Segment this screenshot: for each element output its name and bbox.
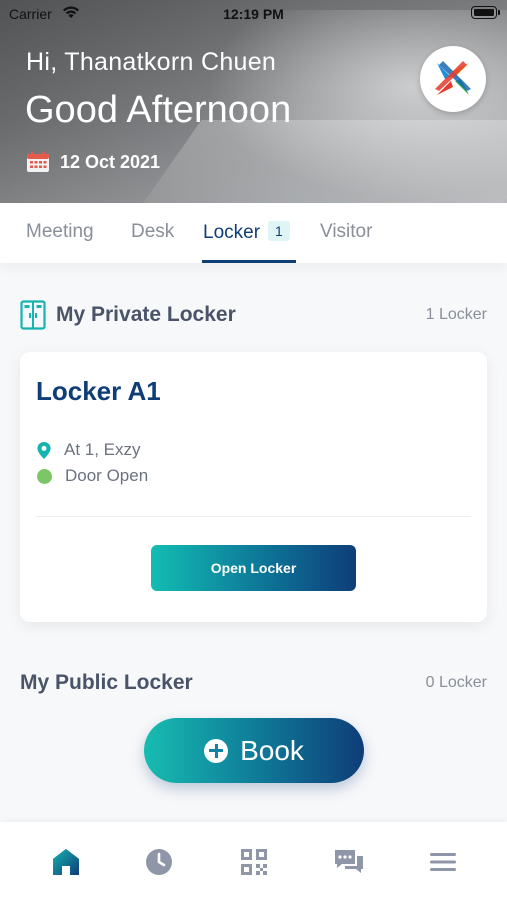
plus-icon	[204, 738, 229, 763]
book-button[interactable]: Book	[144, 718, 364, 783]
nav-menu[interactable]	[427, 846, 459, 878]
calendar-icon	[27, 151, 49, 172]
tab-bar: Meeting Desk Locker 1 Visitor	[0, 203, 507, 263]
brand-x-logo-icon	[435, 61, 471, 95]
status-bar: Carrier 12:19 PM	[0, 0, 507, 28]
locker-status-row: Door Open	[37, 466, 148, 486]
location-pin-icon	[37, 441, 51, 459]
private-locker-title: My Private Locker	[56, 303, 236, 326]
nav-chat[interactable]	[333, 846, 365, 878]
locker-icon	[20, 300, 46, 330]
clock-icon	[146, 849, 172, 875]
locker-name: Locker A1	[36, 376, 161, 406]
card-divider	[36, 516, 471, 517]
locker-location-row: At 1, Exzy	[37, 440, 141, 460]
private-locker-count: 1 Locker	[425, 306, 487, 323]
tab-locker[interactable]: Locker 1	[203, 221, 290, 244]
private-locker-header: My Private Locker 1 Locker	[20, 300, 487, 330]
status-time: 12:19 PM	[223, 6, 284, 22]
greeting-text: Hi, Thanatkorn Chuen	[26, 48, 277, 76]
bottom-navigation	[0, 822, 507, 900]
active-tab-indicator	[202, 260, 296, 263]
home-icon	[53, 849, 79, 875]
nav-qr[interactable]	[238, 846, 270, 878]
salutation-text: Good Afternoon	[25, 89, 292, 131]
tab-desk[interactable]: Desk	[131, 221, 174, 243]
public-locker-title: My Public Locker	[20, 671, 193, 694]
brand-logo[interactable]	[420, 46, 486, 112]
tab-locker-badge: 1	[268, 221, 290, 241]
public-locker-header: My Public Locker 0 Locker	[20, 671, 487, 695]
header-hero: Carrier 12:19 PM Hi, Thanatkorn Chuen Go…	[0, 0, 507, 203]
battery-icon	[471, 6, 500, 19]
status-dot-icon	[37, 468, 52, 484]
chat-icon	[335, 850, 363, 873]
open-locker-button[interactable]: Open Locker	[151, 545, 356, 591]
date-text: 12 Oct 2021	[60, 151, 161, 172]
background-table	[138, 120, 507, 203]
menu-icon	[430, 853, 456, 871]
date-row: 12 Oct 2021	[26, 151, 160, 173]
tab-locker-label: Locker	[203, 222, 261, 243]
locker-location: At 1, Exzy	[64, 440, 141, 459]
tab-visitor[interactable]: Visitor	[320, 221, 372, 243]
locker-status: Door Open	[65, 466, 149, 485]
tab-meeting[interactable]: Meeting	[26, 221, 94, 243]
locker-card[interactable]: Locker A1 At 1, Exzy Door Open Open Lock…	[20, 352, 487, 622]
public-locker-count: 0 Locker	[425, 674, 487, 691]
nav-history[interactable]	[143, 846, 175, 878]
book-button-label: Book	[240, 734, 304, 766]
qr-code-icon	[241, 849, 267, 875]
nav-home[interactable]	[50, 846, 82, 878]
